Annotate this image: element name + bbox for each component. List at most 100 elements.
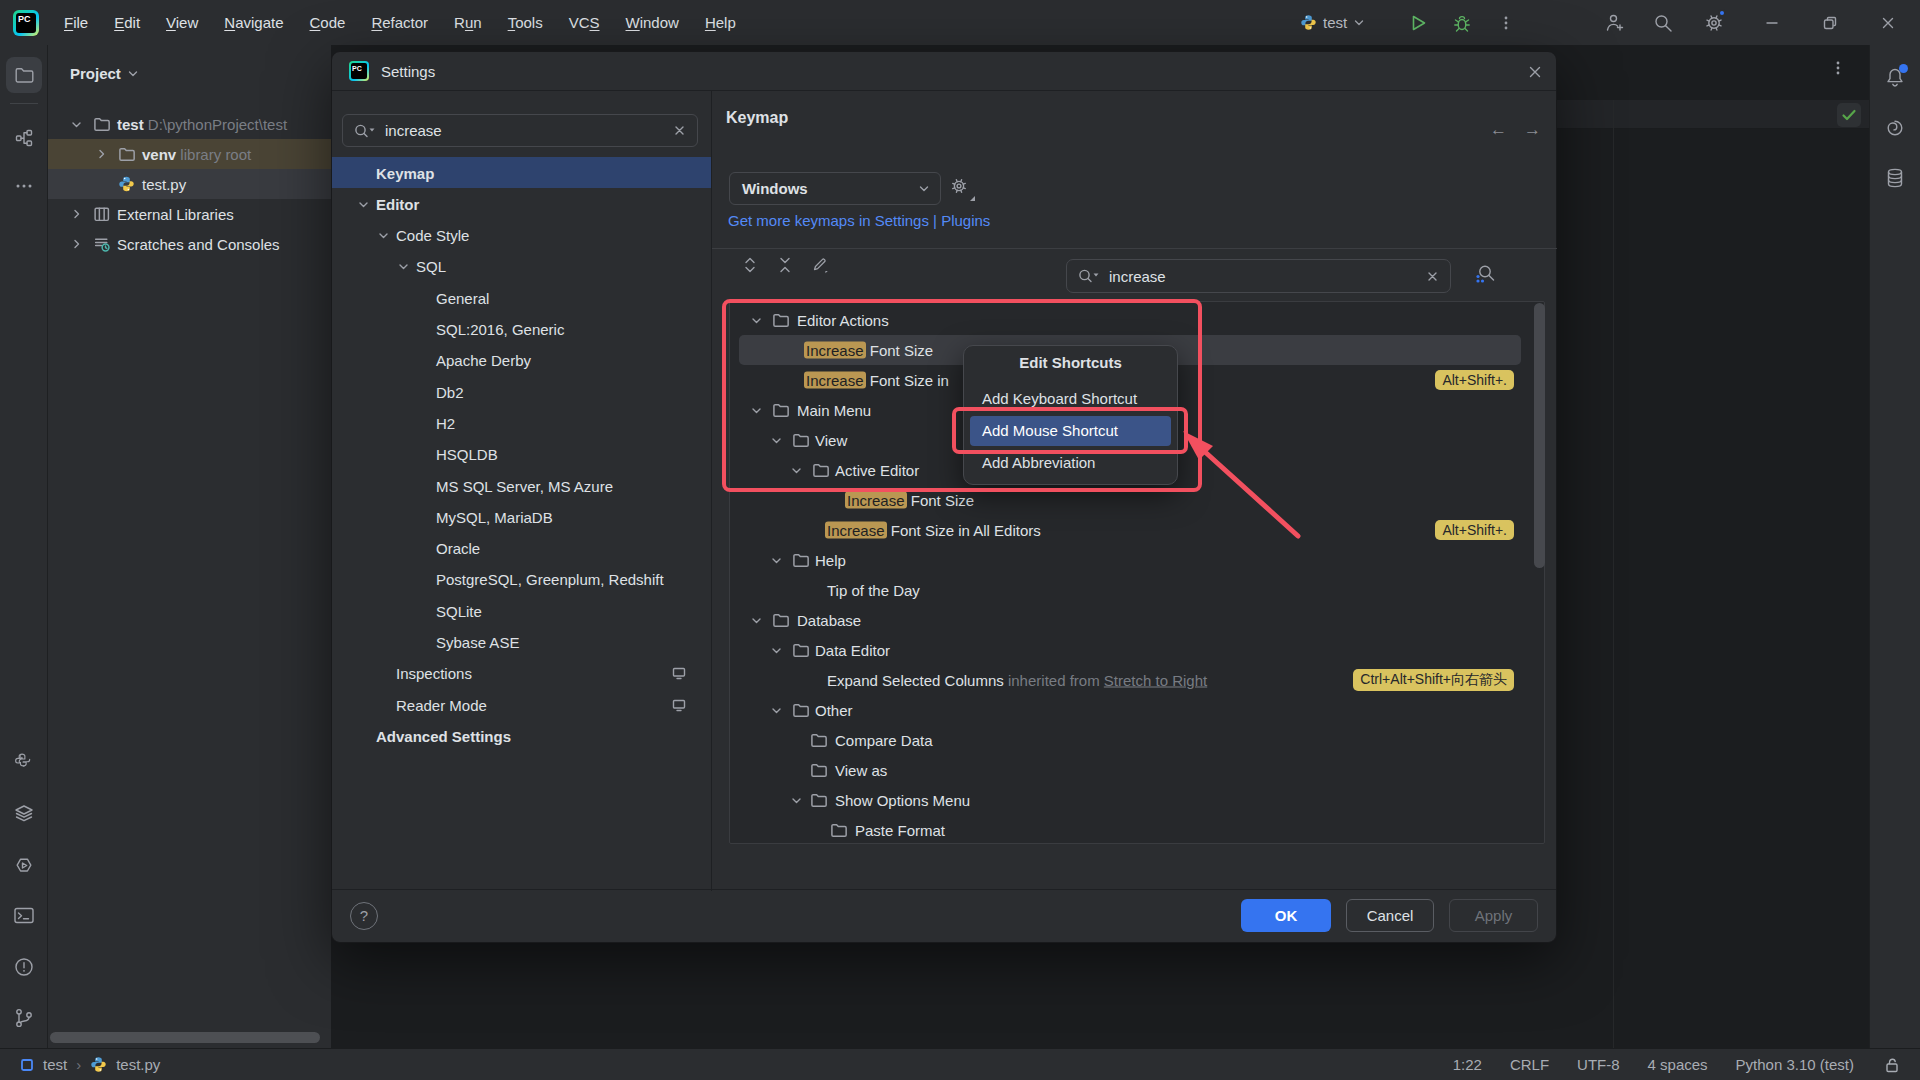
keymap-tree-row[interactable]: Tip of the Day — [730, 575, 1544, 605]
get-more-keymaps-link[interactable]: Get more keymaps in Settings | Plugins — [728, 212, 990, 229]
keymap-tree-row[interactable]: Increase Font Size — [730, 485, 1544, 515]
breadcrumb-file[interactable]: test.py — [116, 1056, 160, 1073]
ok-button[interactable]: OK — [1241, 899, 1331, 932]
settings-tree-item[interactable]: Code Style — [332, 220, 711, 251]
ai-assistant-icon[interactable] — [1877, 110, 1913, 146]
minimize-button[interactable] — [1757, 0, 1787, 45]
database-icon[interactable] — [1877, 160, 1913, 196]
settings-tree-item[interactable]: SQL — [332, 251, 711, 282]
more-tools-icon[interactable] — [6, 168, 42, 204]
cancel-button[interactable]: Cancel — [1346, 899, 1434, 932]
settings-tree-item[interactable]: Editor — [332, 188, 711, 219]
clear-search-icon[interactable] — [672, 123, 687, 138]
settings-tree-item[interactable]: Reader Mode — [332, 689, 711, 720]
status-item[interactable]: 4 spaces — [1648, 1056, 1708, 1073]
keymap-tree-row[interactable]: Paste Format — [730, 815, 1544, 844]
keymap-search-input[interactable]: increase — [1066, 259, 1451, 293]
keymap-tree-row[interactable]: Show Options Menu — [730, 785, 1544, 815]
version-control-tool-icon[interactable] — [6, 1000, 42, 1036]
project-panel-header[interactable]: Project — [70, 65, 139, 82]
settings-tree-item[interactable]: HSQLDB — [332, 439, 711, 470]
breadcrumb-project[interactable]: test — [43, 1056, 67, 1073]
keymap-tree-row[interactable]: Expand Selected Columns inherited from S… — [730, 665, 1544, 695]
menu-edit[interactable]: Edit — [101, 0, 153, 45]
menu-window[interactable]: Window — [613, 0, 692, 45]
keymap-scheme-gear-icon[interactable] — [949, 176, 975, 202]
project-tree-row[interactable]: test.py — [48, 169, 331, 199]
keymap-tree-row[interactable]: Database — [730, 605, 1544, 635]
code-with-me-icon[interactable] — [1600, 0, 1630, 45]
search-everywhere-icon[interactable] — [1648, 0, 1678, 45]
status-item[interactable]: Python 3.10 (test) — [1736, 1056, 1854, 1073]
menu-item-add-keyboard-shortcut[interactable]: Add Keyboard Shortcut — [970, 384, 1171, 414]
keymap-tree-row[interactable]: Compare Data — [730, 725, 1544, 755]
keymap-tree-row[interactable]: Editor Actions — [730, 305, 1544, 335]
project-tool-icon[interactable] — [6, 57, 42, 93]
settings-tree-item[interactable]: MySQL, MariaDB — [332, 501, 711, 532]
run-config-selector[interactable]: test — [1300, 0, 1390, 45]
menu-vcs[interactable]: VCS — [556, 0, 613, 45]
close-icon[interactable] — [1526, 63, 1544, 81]
status-item[interactable]: CRLF — [1510, 1056, 1549, 1073]
maximize-button[interactable] — [1815, 0, 1845, 45]
menu-code[interactable]: Code — [297, 0, 359, 45]
settings-tree-item[interactable]: Apache Derby — [332, 345, 711, 376]
menu-file[interactable]: File — [51, 0, 101, 45]
apply-button[interactable]: Apply — [1449, 899, 1538, 932]
settings-search-input[interactable]: increase — [342, 114, 698, 147]
collapse-all-icon[interactable] — [775, 255, 797, 277]
status-item[interactable]: 1:22 — [1453, 1056, 1482, 1073]
keymap-tree-row[interactable]: Help — [730, 545, 1544, 575]
settings-tree-item[interactable]: General — [332, 282, 711, 313]
problems-tool-icon[interactable] — [6, 949, 42, 985]
menu-view[interactable]: View — [153, 0, 211, 45]
settings-tree-item[interactable]: SQL:2016, Generic — [332, 314, 711, 345]
keymap-tree-row[interactable]: Increase Font Size in All EditorsAlt+Shi… — [730, 515, 1544, 545]
structure-tool-icon[interactable] — [6, 120, 42, 156]
settings-tree-item[interactable]: MS SQL Server, MS Azure — [332, 470, 711, 501]
keymap-scrollbar[interactable] — [1534, 303, 1545, 568]
menu-run[interactable]: Run — [441, 0, 495, 45]
settings-tree-item[interactable]: Advanced Settings — [332, 720, 711, 751]
notifications-icon[interactable] — [1877, 60, 1913, 96]
edit-shortcut-icon[interactable] — [810, 255, 832, 277]
debug-button[interactable] — [1447, 0, 1477, 45]
inspections-ok-icon[interactable] — [1837, 103, 1861, 127]
keymap-tree-row[interactable]: Other — [730, 695, 1544, 725]
run-tool-icon[interactable] — [6, 847, 42, 883]
menu-navigate[interactable]: Navigate — [211, 0, 296, 45]
forward-icon[interactable]: → — [1524, 120, 1541, 140]
keymap-scheme-select[interactable]: Windows — [729, 172, 941, 205]
settings-tree-item[interactable]: Keymap — [332, 157, 711, 188]
menu-item-add-mouse-shortcut[interactable]: Add Mouse Shortcut — [970, 416, 1171, 446]
menu-help[interactable]: Help — [692, 0, 749, 45]
more-actions-icon[interactable] — [1491, 0, 1521, 45]
project-tree-row[interactable]: test D:\pythonProject\test — [48, 109, 331, 139]
close-button[interactable] — [1873, 0, 1903, 45]
expand-all-icon[interactable] — [740, 255, 762, 277]
keymap-tree-row[interactable]: Data Editor — [730, 635, 1544, 665]
project-tree-row[interactable]: venv library root — [48, 139, 331, 169]
project-tree-row[interactable]: External Libraries — [48, 199, 331, 229]
lock-icon[interactable] — [1882, 1055, 1902, 1075]
settings-gear-icon[interactable] — [1699, 0, 1729, 45]
back-icon[interactable]: ← — [1490, 120, 1507, 140]
find-by-shortcut-icon[interactable] — [1473, 263, 1499, 289]
help-icon[interactable]: ? — [350, 902, 378, 930]
python-packages-tool-icon[interactable] — [6, 745, 42, 781]
settings-tree-item[interactable]: Oracle — [332, 533, 711, 564]
settings-tree-item[interactable]: SQLite — [332, 595, 711, 626]
services-tool-icon[interactable] — [6, 796, 42, 832]
settings-tree-item[interactable]: PostgreSQL, Greenplum, Redshift — [332, 564, 711, 595]
status-item[interactable]: UTF-8 — [1577, 1056, 1620, 1073]
pycharm-logo-icon[interactable]: PC — [13, 10, 39, 36]
project-tree-row[interactable]: Scratches and Consoles — [48, 229, 331, 259]
project-hscrollbar[interactable] — [50, 1032, 320, 1043]
menu-refactor[interactable]: Refactor — [358, 0, 441, 45]
menu-tools[interactable]: Tools — [495, 0, 556, 45]
run-button[interactable] — [1403, 0, 1433, 45]
menu-item-add-abbreviation[interactable]: Add Abbreviation — [970, 448, 1171, 478]
editor-more-icon[interactable] — [1829, 59, 1847, 77]
settings-tree-item[interactable]: Sybase ASE — [332, 627, 711, 658]
keymap-tree-row[interactable]: View as — [730, 755, 1544, 785]
